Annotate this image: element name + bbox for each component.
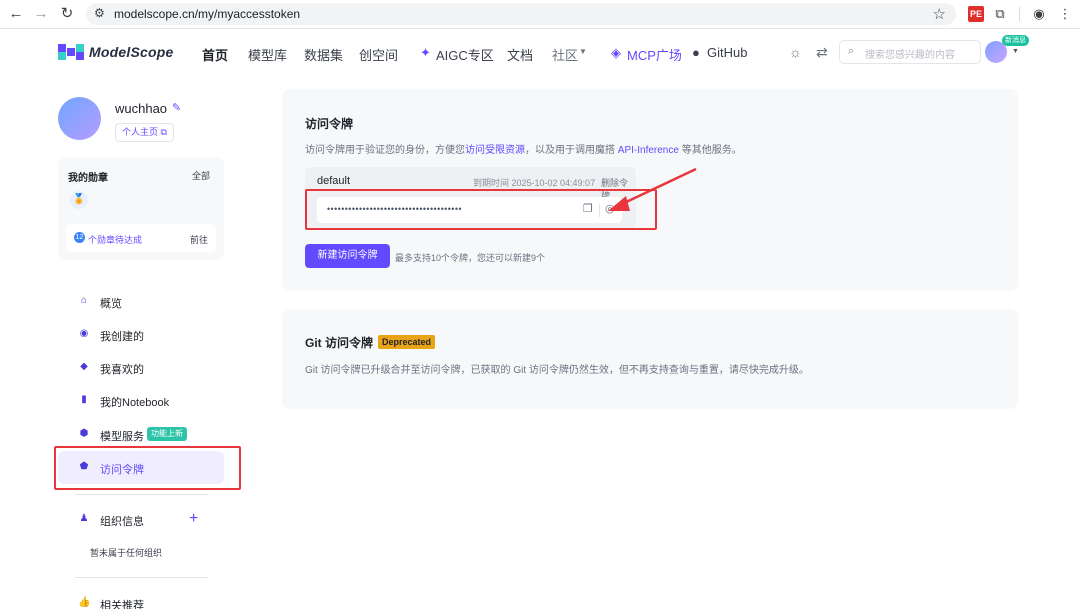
- sidebar-item-org[interactable]: ♟ 组织信息: [58, 503, 224, 536]
- git-token-desc: Git 访问令牌已升级合并至访问令牌，已获取的 Git 访问令牌仍然生效，但不再…: [305, 365, 809, 376]
- mcp-icon: ◈: [611, 45, 621, 60]
- org-icon: ♟: [79, 513, 89, 524]
- notebook-icon: ▮: [81, 394, 87, 405]
- caret-down-icon[interactable]: ▼: [1012, 48, 1019, 55]
- toolbar-divider: [1019, 7, 1020, 21]
- goto-link[interactable]: 前往: [190, 233, 208, 246]
- annotation-arrow: [608, 167, 697, 211]
- modelscope-logo[interactable]: ModelScope: [58, 44, 173, 60]
- diamond-icon: ◆: [80, 361, 88, 372]
- badge-title: 我的勋章: [68, 173, 108, 184]
- nav-aigc[interactable]: AIGC专区: [436, 45, 494, 64]
- git-token-title: Git 访问令牌: [305, 336, 373, 350]
- sidebar-item-liked[interactable]: ◆ 我喜欢的: [58, 351, 224, 384]
- message-badge[interactable]: 新消息: [1002, 35, 1029, 46]
- profile-avatar: [58, 97, 101, 140]
- medal-icon[interactable]: 🏅: [70, 191, 88, 209]
- pending-count: 12: [74, 232, 85, 243]
- logo-text: ModelScope: [89, 44, 174, 60]
- search-placeholder: 搜索您感兴趣的内容: [865, 50, 955, 61]
- nav-datasets[interactable]: 数据集: [304, 45, 343, 64]
- browser-toolbar: ← → ↻ ⚙ modelscope.cn/my/myaccesstoken ☆…: [0, 0, 1080, 29]
- access-token-title: 访问令牌: [305, 117, 354, 131]
- url-text[interactable]: modelscope.cn/my/myaccesstoken: [114, 7, 300, 21]
- api-inference-link[interactable]: API-Inference: [618, 145, 679, 156]
- sidebar-item-created[interactable]: ◉ 我创建的: [58, 318, 224, 351]
- deprecated-tag: Deprecated: [378, 335, 436, 349]
- nav-home[interactable]: 首页: [202, 45, 228, 64]
- theme-toggle-icon[interactable]: ☼: [789, 44, 802, 60]
- extensions-icon[interactable]: ⧉: [992, 6, 1008, 22]
- new-token-button[interactable]: 新建访问令牌: [305, 244, 390, 268]
- nav-community[interactable]: 社区: [552, 45, 578, 64]
- address-bar[interactable]: ⚙ modelscope.cn/my/myaccesstoken ☆: [86, 3, 956, 25]
- highlight-box-sidebar: [54, 446, 241, 490]
- search-input[interactable]: ⌕ 搜索您感兴趣的内容: [839, 40, 981, 64]
- cube-icon: ⬢: [79, 428, 89, 439]
- nav-studios[interactable]: 创空间: [359, 45, 398, 64]
- token-name: default: [317, 175, 351, 187]
- pdf-extension-icon[interactable]: PE: [968, 6, 984, 22]
- github-icon: ●: [692, 45, 700, 60]
- badge-all-link[interactable]: 全部: [192, 169, 210, 182]
- new-feature-tag: 功能上新: [147, 427, 187, 441]
- edit-icon[interactable]: ✎: [172, 101, 181, 114]
- site-header: ModelScope 首页 模型库 数据集 创空间 ✦ AIGC专区 文档 社区…: [0, 29, 1080, 77]
- pending-label: 个勋章待达成: [88, 235, 143, 245]
- token-expire: 到期时间 2025-10-02 04:49:07: [473, 178, 596, 188]
- bookmark-star-icon[interactable]: ☆: [933, 5, 946, 23]
- no-org-text: 暂未属于任何组织: [90, 548, 163, 558]
- language-icon[interactable]: ⇄: [816, 44, 828, 61]
- access-token-desc: 访问令牌用于验证您的身份，方便您访问受限资源，以及用于调用魔搭 API-Infe…: [305, 145, 742, 156]
- sidebar-item-notebook[interactable]: ▮ 我的Notebook: [58, 384, 224, 417]
- pending-badges-row[interactable]: 12 个勋章待达成 前往: [66, 224, 216, 252]
- more-menu-icon[interactable]: ⋮: [1057, 6, 1073, 22]
- sidebar-item-overview[interactable]: ⌂ 概览: [58, 285, 224, 318]
- home-icon: ⌂: [80, 295, 88, 306]
- back-icon[interactable]: ←: [7, 5, 25, 23]
- add-org-icon[interactable]: +: [189, 510, 198, 528]
- thumbs-up-icon: 👍: [78, 597, 91, 608]
- git-token-card: Git 访问令牌 Deprecated Git 访问令牌已升级合并至访问令牌，已…: [282, 309, 1018, 409]
- token-limit-tip: 最多支持10个令牌，您还可以新建9个: [395, 253, 546, 263]
- homepage-button[interactable]: 个人主页 ⧉: [115, 123, 174, 142]
- reload-icon[interactable]: ↻: [58, 5, 76, 23]
- sidebar-divider: [75, 577, 208, 578]
- search-icon: ⌕: [848, 45, 855, 57]
- profile-icon[interactable]: ◉: [1031, 6, 1047, 22]
- nav-models[interactable]: 模型库: [248, 45, 287, 64]
- forward-icon[interactable]: →: [32, 5, 50, 23]
- nav-docs[interactable]: 文档: [507, 45, 533, 64]
- sidebar-item-recommend[interactable]: 👍 相关推荐: [58, 587, 224, 609]
- created-icon: ◉: [79, 328, 89, 339]
- sidebar-divider: [75, 494, 208, 495]
- nav-github[interactable]: GitHub: [707, 45, 747, 60]
- site-info-icon[interactable]: ⚙: [94, 6, 105, 20]
- badge-card: 我的勋章 全部 🏅 12 个勋章待达成 前往: [58, 157, 224, 260]
- restricted-resource-link[interactable]: 访问受限资源: [465, 145, 525, 156]
- profile-username: wuchhao: [115, 101, 168, 116]
- nav-mcp[interactable]: MCP广场: [627, 45, 682, 64]
- sparkle-icon: ✦: [420, 45, 431, 60]
- chevron-down-icon: ▼: [579, 47, 587, 56]
- logo-mark-icon: [58, 44, 84, 60]
